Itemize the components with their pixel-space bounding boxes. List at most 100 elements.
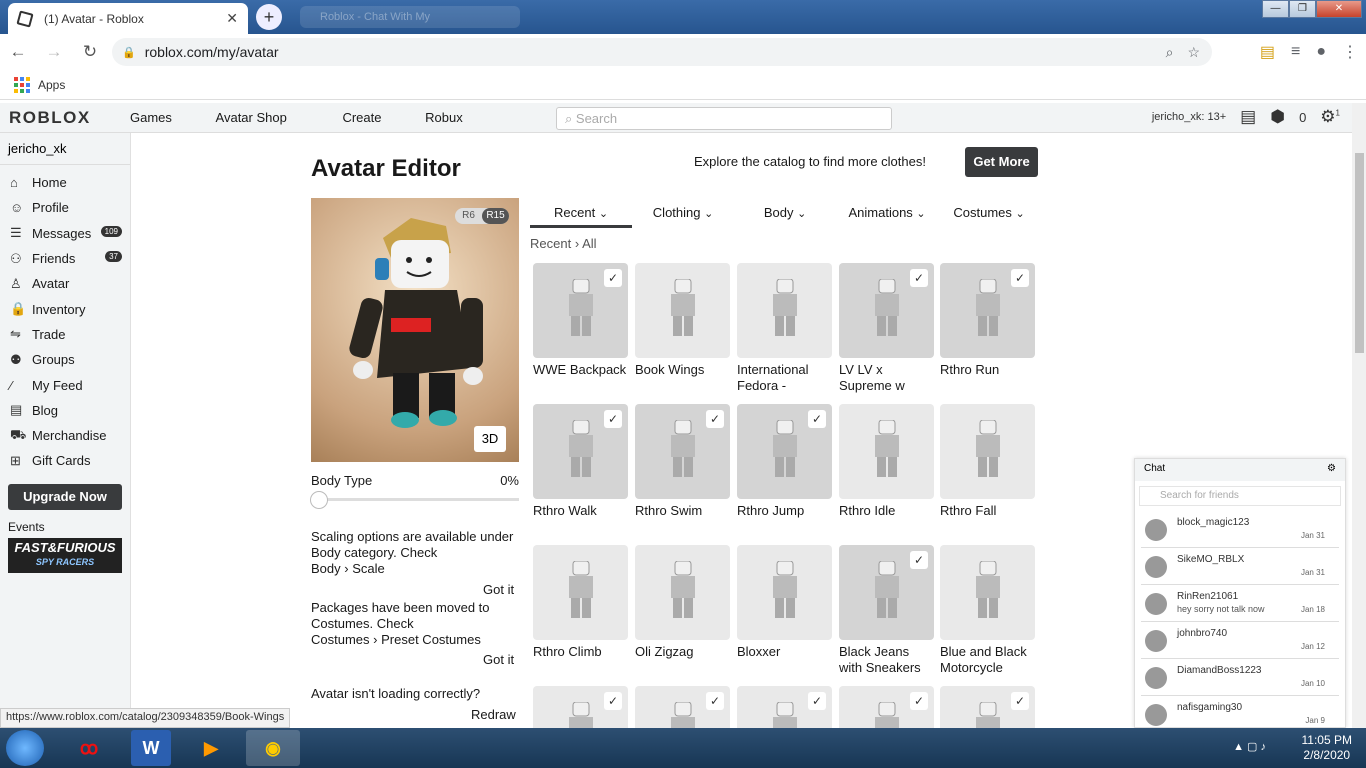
nav-create[interactable]: Create bbox=[342, 110, 381, 125]
reload-icon[interactable]: ↻ bbox=[72, 42, 108, 62]
search-input[interactable]: ⌕ Search bbox=[556, 107, 892, 130]
item-thumbnail[interactable]: ✓ bbox=[839, 545, 934, 640]
checkmark-icon[interactable]: ✓ bbox=[706, 410, 724, 428]
item-card[interactable]: ✓ Rthro Run bbox=[940, 263, 1035, 378]
item-card[interactable]: ✓ Black Jeans with Sneakers bbox=[839, 545, 934, 676]
item-thumbnail[interactable]: ✓ bbox=[533, 263, 628, 358]
item-name[interactable]: Rthro Swim bbox=[635, 503, 730, 519]
account-icon[interactable]: ● bbox=[1316, 43, 1326, 61]
item-thumbnail[interactable]: ✓ bbox=[737, 404, 832, 499]
robux-count[interactable]: 0 bbox=[1299, 110, 1306, 125]
minimize-icon[interactable]: — bbox=[1262, 0, 1289, 18]
star-icon[interactable]: ☆ bbox=[1187, 44, 1200, 61]
sidebar-item-groups[interactable]: ⚉ Groups bbox=[0, 347, 130, 372]
checkmark-icon[interactable]: ✓ bbox=[604, 269, 622, 287]
item-name[interactable]: Rthro Jump bbox=[737, 503, 832, 519]
media-player-icon[interactable]: ▶ bbox=[184, 730, 238, 766]
checkmark-icon[interactable]: ✓ bbox=[1011, 692, 1029, 710]
media-icon[interactable]: ≡ bbox=[1291, 43, 1300, 61]
background-tab[interactable]: Roblox - Chat With My bbox=[300, 6, 520, 28]
item-name[interactable]: Oli Zigzag bbox=[635, 644, 730, 660]
chrome-icon[interactable]: ◉ bbox=[246, 730, 300, 766]
checkmark-icon[interactable]: ✓ bbox=[910, 269, 928, 287]
item-thumbnail[interactable] bbox=[737, 263, 832, 358]
checkmark-icon[interactable]: ✓ bbox=[910, 692, 928, 710]
item-name[interactable]: Blue and Black Motorcycle bbox=[940, 644, 1035, 676]
sidebar-item-merchandise[interactable]: ⛟ Merchandise bbox=[0, 423, 130, 448]
get-more-button[interactable]: Get More bbox=[965, 147, 1038, 177]
item-card[interactable]: Bloxxer bbox=[737, 545, 832, 660]
item-thumbnail[interactable]: ✓ bbox=[940, 263, 1035, 358]
extension-icon[interactable]: ▤ bbox=[1260, 42, 1275, 62]
settings-gear-icon[interactable]: ⚙1 bbox=[1320, 107, 1340, 127]
body-type-slider[interactable] bbox=[311, 498, 519, 501]
item-name[interactable]: Rthro Fall bbox=[940, 503, 1035, 519]
item-thumbnail[interactable] bbox=[635, 545, 730, 640]
checkmark-icon[interactable]: ✓ bbox=[604, 410, 622, 428]
chat-row[interactable]: DiamandBoss1223 Jan 10 bbox=[1141, 659, 1339, 696]
catalog-list-icon[interactable]: ▤ bbox=[1240, 107, 1256, 127]
checkmark-icon[interactable]: ✓ bbox=[706, 692, 724, 710]
sidebar-item-trade[interactable]: ⇋ Trade bbox=[0, 322, 130, 347]
forward-icon[interactable]: → bbox=[36, 42, 72, 62]
tab-recent[interactable]: Recent ⌄ bbox=[530, 198, 632, 228]
chat-header[interactable]: Chat ⚙ bbox=[1135, 459, 1345, 481]
item-thumbnail[interactable] bbox=[940, 545, 1035, 640]
chat-settings-icon[interactable]: ⚙ bbox=[1327, 463, 1336, 477]
item-card[interactable]: Blue and Black Motorcycle bbox=[940, 545, 1035, 676]
start-button[interactable] bbox=[6, 730, 44, 766]
item-name[interactable]: Rthro Run bbox=[940, 362, 1035, 378]
menu-icon[interactable]: ⋮ bbox=[1342, 42, 1358, 62]
user-age-label[interactable]: jericho_xk: 13+ bbox=[1152, 111, 1226, 123]
item-card[interactable]: ✓ Rthro Swim bbox=[635, 404, 730, 519]
item-thumbnail[interactable]: ✓ bbox=[533, 404, 628, 499]
checkmark-icon[interactable]: ✓ bbox=[910, 551, 928, 569]
sidebar-item-gift-cards[interactable]: ⊞ Gift Cards bbox=[0, 448, 130, 473]
checkmark-icon[interactable]: ✓ bbox=[604, 692, 622, 710]
item-card[interactable]: ✓ WWE Backpack bbox=[533, 263, 628, 378]
item-card[interactable]: Rthro Idle bbox=[839, 404, 934, 519]
got-it-button-2[interactable]: Got it bbox=[483, 652, 514, 667]
browser-tab-active[interactable]: (1) Avatar - Roblox ✕ bbox=[8, 3, 248, 34]
sidebar-item-inventory[interactable]: 🔒 Inventory bbox=[0, 296, 130, 321]
got-it-button-1[interactable]: Got it bbox=[483, 582, 514, 597]
scale-link[interactable]: Scale bbox=[352, 561, 385, 576]
item-name[interactable]: Black Jeans with Sneakers bbox=[839, 644, 934, 676]
item-card[interactable]: Rthro Climb bbox=[533, 545, 628, 660]
checkmark-icon[interactable]: ✓ bbox=[808, 410, 826, 428]
address-bar[interactable]: 🔒 roblox.com/my/avatar ⌕ ☆ bbox=[112, 38, 1212, 66]
costumes-link[interactable]: Costumes bbox=[311, 632, 370, 647]
page-scrollbar[interactable] bbox=[1352, 103, 1366, 728]
tray-icons[interactable]: ▲ ▢ ♪ bbox=[1233, 740, 1266, 753]
maximize-icon[interactable]: ❐ bbox=[1289, 0, 1316, 18]
toggle-3d-button[interactable]: 3D bbox=[474, 426, 506, 452]
item-card[interactable]: ✓ Rthro Walk bbox=[533, 404, 628, 519]
tab-clothing[interactable]: Clothing ⌄ bbox=[632, 198, 734, 228]
clock[interactable]: 11:05 PM 2/8/2020 bbox=[1302, 733, 1352, 763]
item-thumbnail[interactable]: ✓ bbox=[839, 263, 934, 358]
event-banner[interactable]: FAST&FURIOUS SPY RACERS bbox=[8, 537, 122, 573]
item-name[interactable]: Bloxxer bbox=[737, 644, 832, 660]
sidebar-item-avatar[interactable]: ♙ Avatar bbox=[0, 271, 130, 296]
nav-robux[interactable]: Robux bbox=[425, 110, 463, 125]
tab-costumes[interactable]: Costumes ⌄ bbox=[938, 198, 1040, 228]
item-thumbnail[interactable]: ✓ bbox=[635, 404, 730, 499]
item-name[interactable]: Book Wings bbox=[635, 362, 730, 378]
chat-row[interactable]: RinRen21061 hey sorry not talk now Jan 18 bbox=[1141, 585, 1339, 622]
sidebar-item-messages[interactable]: ☰ Messages 109 bbox=[0, 221, 130, 246]
item-name[interactable]: Rthro Climb bbox=[533, 644, 628, 660]
chat-row[interactable]: johnbro740 Jan 12 bbox=[1141, 622, 1339, 659]
word-icon[interactable]: W bbox=[131, 730, 171, 766]
upgrade-now-button[interactable]: Upgrade Now bbox=[8, 483, 122, 510]
back-icon[interactable]: ← bbox=[0, 42, 36, 62]
rig-r15[interactable]: R15 bbox=[482, 208, 509, 224]
sidebar-item-profile[interactable]: ☺ Profile bbox=[0, 195, 130, 220]
chat-search-input[interactable]: Search for friends bbox=[1139, 486, 1341, 506]
item-name[interactable]: WWE Backpack bbox=[533, 362, 628, 378]
scrollbar-thumb[interactable] bbox=[1355, 153, 1364, 353]
robux-icon[interactable]: ⬢ bbox=[1270, 107, 1285, 127]
checkmark-icon[interactable]: ✓ bbox=[808, 692, 826, 710]
item-thumbnail[interactable] bbox=[839, 404, 934, 499]
close-window-icon[interactable]: ✕ bbox=[1316, 0, 1362, 18]
item-name[interactable]: Rthro Walk bbox=[533, 503, 628, 519]
